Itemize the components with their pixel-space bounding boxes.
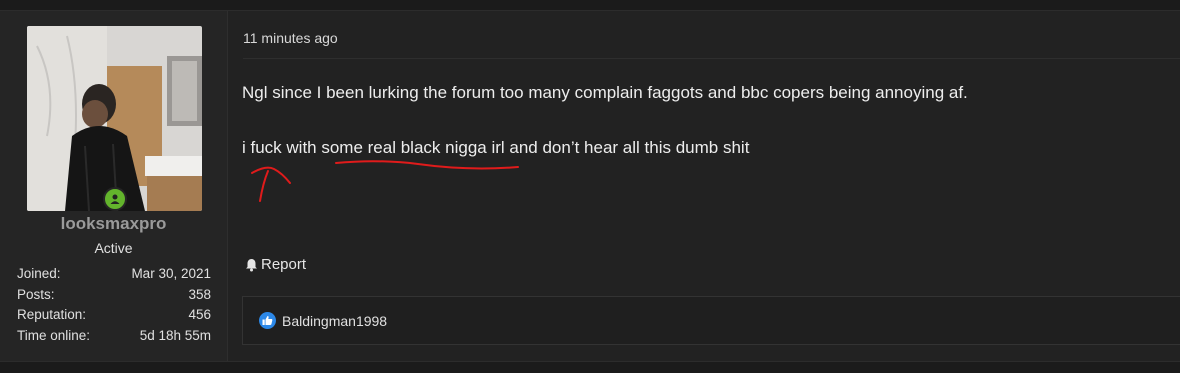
user-title: Active [94,240,133,256]
avatar[interactable] [27,26,202,211]
bell-icon [246,258,257,271]
stat-value: 456 [188,307,211,322]
header-divider [243,58,1180,59]
user-info-panel: looksmaxpro Active Joined: Mar 30, 2021 … [0,11,228,361]
reactions-bar: Baldingman1998 [242,296,1180,345]
stat-value: 358 [188,286,211,302]
report-button[interactable]: Report [245,256,306,273]
post-timestamp[interactable]: 11 minutes ago [243,30,338,46]
report-label: Report [261,256,307,273]
stat-value: Mar 30, 2021 [131,266,211,281]
post-paragraph: Ngl since I been lurking the forum too m… [242,83,968,102]
stat-joined: Joined: Mar 30, 2021 [17,264,211,285]
forum-post: looksmaxpro Active Joined: Mar 30, 2021 … [0,10,1180,362]
like-icon [259,312,276,329]
online-status-icon [103,187,127,211]
user-stats: Joined: Mar 30, 2021 Posts: 358 Reputati… [17,264,211,346]
stat-reputation: Reputation: 456 [17,305,211,326]
stat-value: 5d 18h 55m [139,327,211,343]
post-body: Ngl since I been lurking the forum too m… [242,82,968,192]
stat-label: Posts: [17,286,55,302]
post-main: 11 minutes ago Ngl since I been lurking … [228,11,1180,361]
stat-label: Time online: [17,327,91,343]
stat-time-online: Time online: 5d 18h 55m [17,326,211,347]
reactor-name-link[interactable]: Baldingman1998 [282,313,387,329]
stat-label: Reputation: [17,307,87,322]
username-link[interactable]: looksmaxpro [0,214,227,234]
stat-label: Joined: [17,266,61,281]
avatar-photo [27,26,202,211]
post-paragraph: i fuck with some real black nigga irl an… [242,138,750,157]
stat-posts: Posts: 358 [17,285,211,306]
